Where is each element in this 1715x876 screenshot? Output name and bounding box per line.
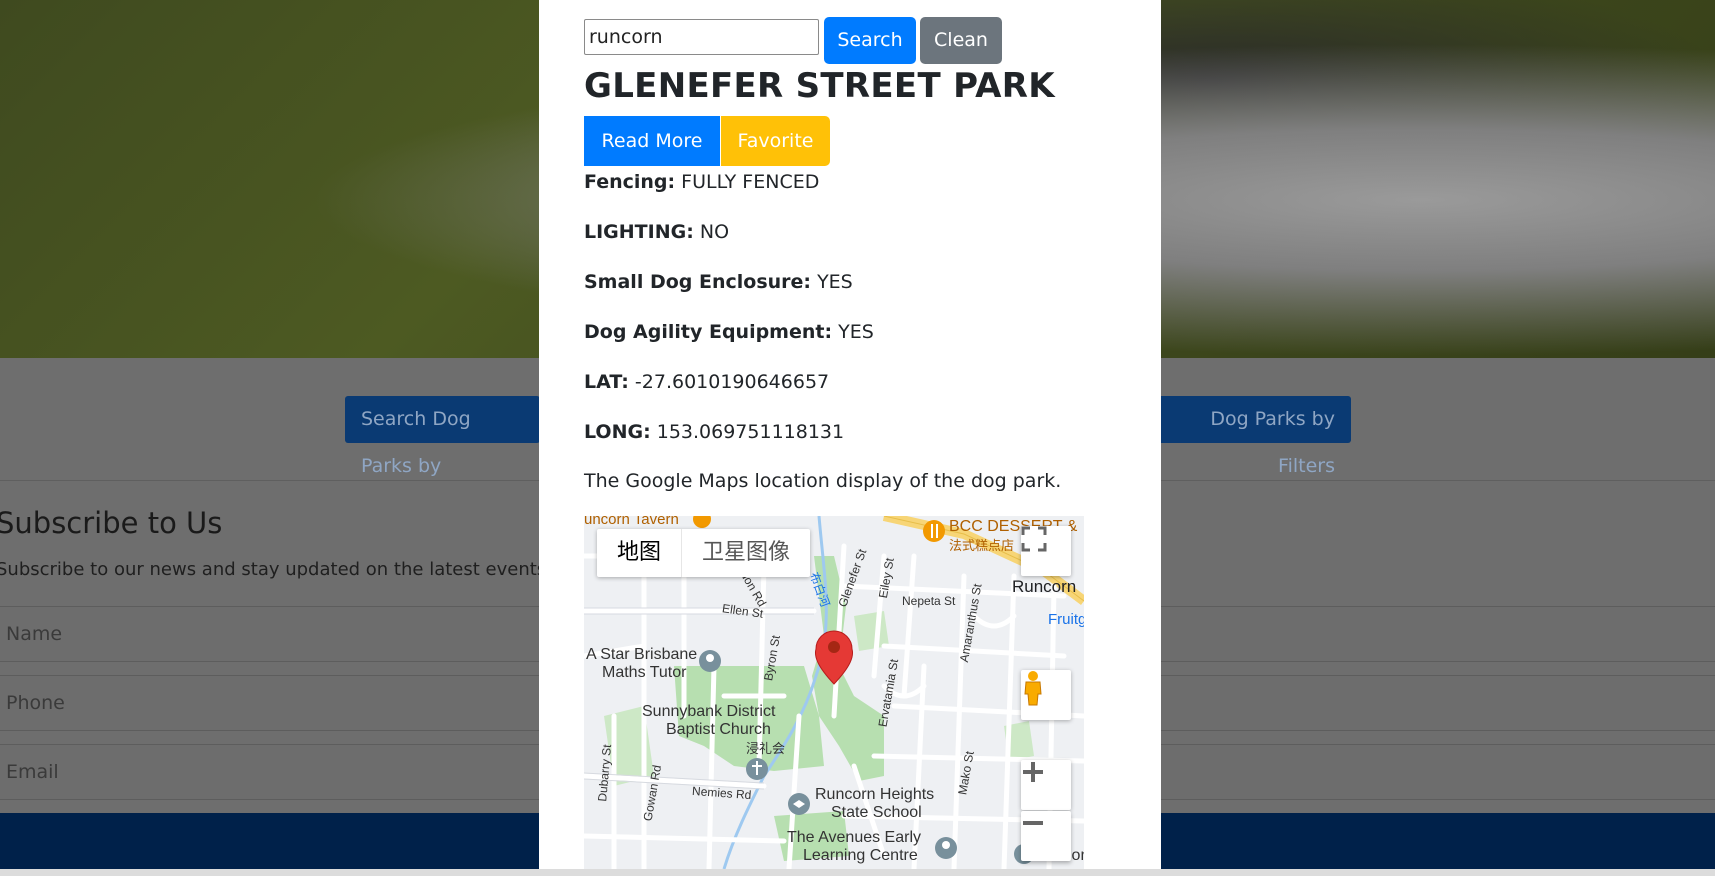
map-type-map-button[interactable]: 地图 (597, 529, 681, 577)
map-label: Maths Tutor (602, 664, 687, 681)
subscribe-text: Subscribe to our news and stay updated o… (0, 559, 563, 580)
fullscreen-icon (1021, 526, 1047, 552)
window-bottom-edge (0, 869, 1715, 876)
detail-label: LAT: (584, 371, 629, 393)
subscribe-title: Subscribe to Us (0, 506, 223, 540)
name-placeholder: Name (6, 623, 63, 645)
detail-value: -27.6010190646657 (634, 371, 830, 393)
detail-small-dog-enclosure: Small Dog Enclosure: YES (584, 271, 853, 293)
map-label: Nepeta St (902, 594, 956, 608)
detail-value: FULLY FENCED (681, 171, 820, 193)
map-label: uncorn Tavern (584, 516, 679, 528)
detail-label: Small Dog Enclosure: (584, 271, 812, 293)
detail-lighting: LIGHTING: NO (584, 221, 729, 243)
minus-icon (1023, 821, 1043, 825)
google-map[interactable]: uncorn Tavern BCC DESSERT & 法式糕点店 Runcor… (584, 516, 1084, 869)
street-view-button[interactable] (1021, 670, 1071, 720)
zoom-in-button[interactable] (1021, 760, 1071, 810)
map-label: 浸礼会 (746, 741, 786, 756)
search-input[interactable] (584, 19, 819, 55)
clean-button[interactable]: Clean (920, 17, 1002, 64)
map-type-control[interactable]: 地图 卫星图像 (597, 529, 811, 577)
plus-icon (1023, 762, 1043, 782)
detail-label: Fencing: (584, 171, 676, 193)
zoom-out-button[interactable] (1021, 811, 1071, 861)
map-label: Baptist Church (666, 721, 771, 738)
detail-value: NO (699, 221, 730, 243)
read-more-button[interactable]: Read More (584, 116, 720, 166)
detail-fencing: Fencing: FULLY FENCED (584, 171, 819, 193)
search-by-filters-button[interactable]: Dog Parks by Filters (1150, 396, 1351, 477)
search-button[interactable]: Search (824, 17, 916, 64)
map-type-satellite-button[interactable]: 卫星图像 (681, 529, 810, 577)
map-label: 法式糕点店 (949, 538, 1015, 553)
detail-value: 153.069751118131 (656, 421, 845, 443)
detail-label: Dog Agility Equipment: (584, 321, 833, 343)
detail-value: YES (838, 321, 874, 343)
detail-latitude: LAT: -27.6010190646657 (584, 371, 829, 393)
detail-label: LIGHTING: (584, 221, 694, 243)
map-label: Fruitg (1048, 611, 1084, 628)
fullscreen-button[interactable] (1021, 526, 1071, 576)
map-label: Runcorn Heights (815, 786, 935, 803)
park-modal: Search Clean GLENEFER STREET PARK Read M… (539, 0, 1161, 869)
map-label: A Star Brisbane (586, 646, 698, 663)
detail-longitude: LONG: 153.069751118131 (584, 421, 844, 443)
email-placeholder: Email (6, 761, 59, 783)
detail-label: LONG: (584, 421, 651, 443)
phone-placeholder: Phone (6, 692, 65, 714)
map-caption: The Google Maps location display of the … (584, 470, 1062, 492)
search-by-name-button[interactable]: Search Dog Parks by (345, 396, 540, 477)
map-label: The Avenues Early (787, 829, 922, 846)
park-title: GLENEFER STREET PARK (584, 66, 1055, 106)
pegman-icon (1024, 671, 1042, 706)
detail-agility-equipment: Dog Agility Equipment: YES (584, 321, 874, 343)
detail-value: YES (817, 271, 853, 293)
map-label: Learning Centre (803, 847, 918, 864)
map-label: Runcorn (1012, 577, 1077, 596)
map-label: State School (831, 804, 922, 821)
favorite-button[interactable]: Favorite (721, 116, 830, 166)
map-label: Sunnybank District (642, 703, 776, 720)
